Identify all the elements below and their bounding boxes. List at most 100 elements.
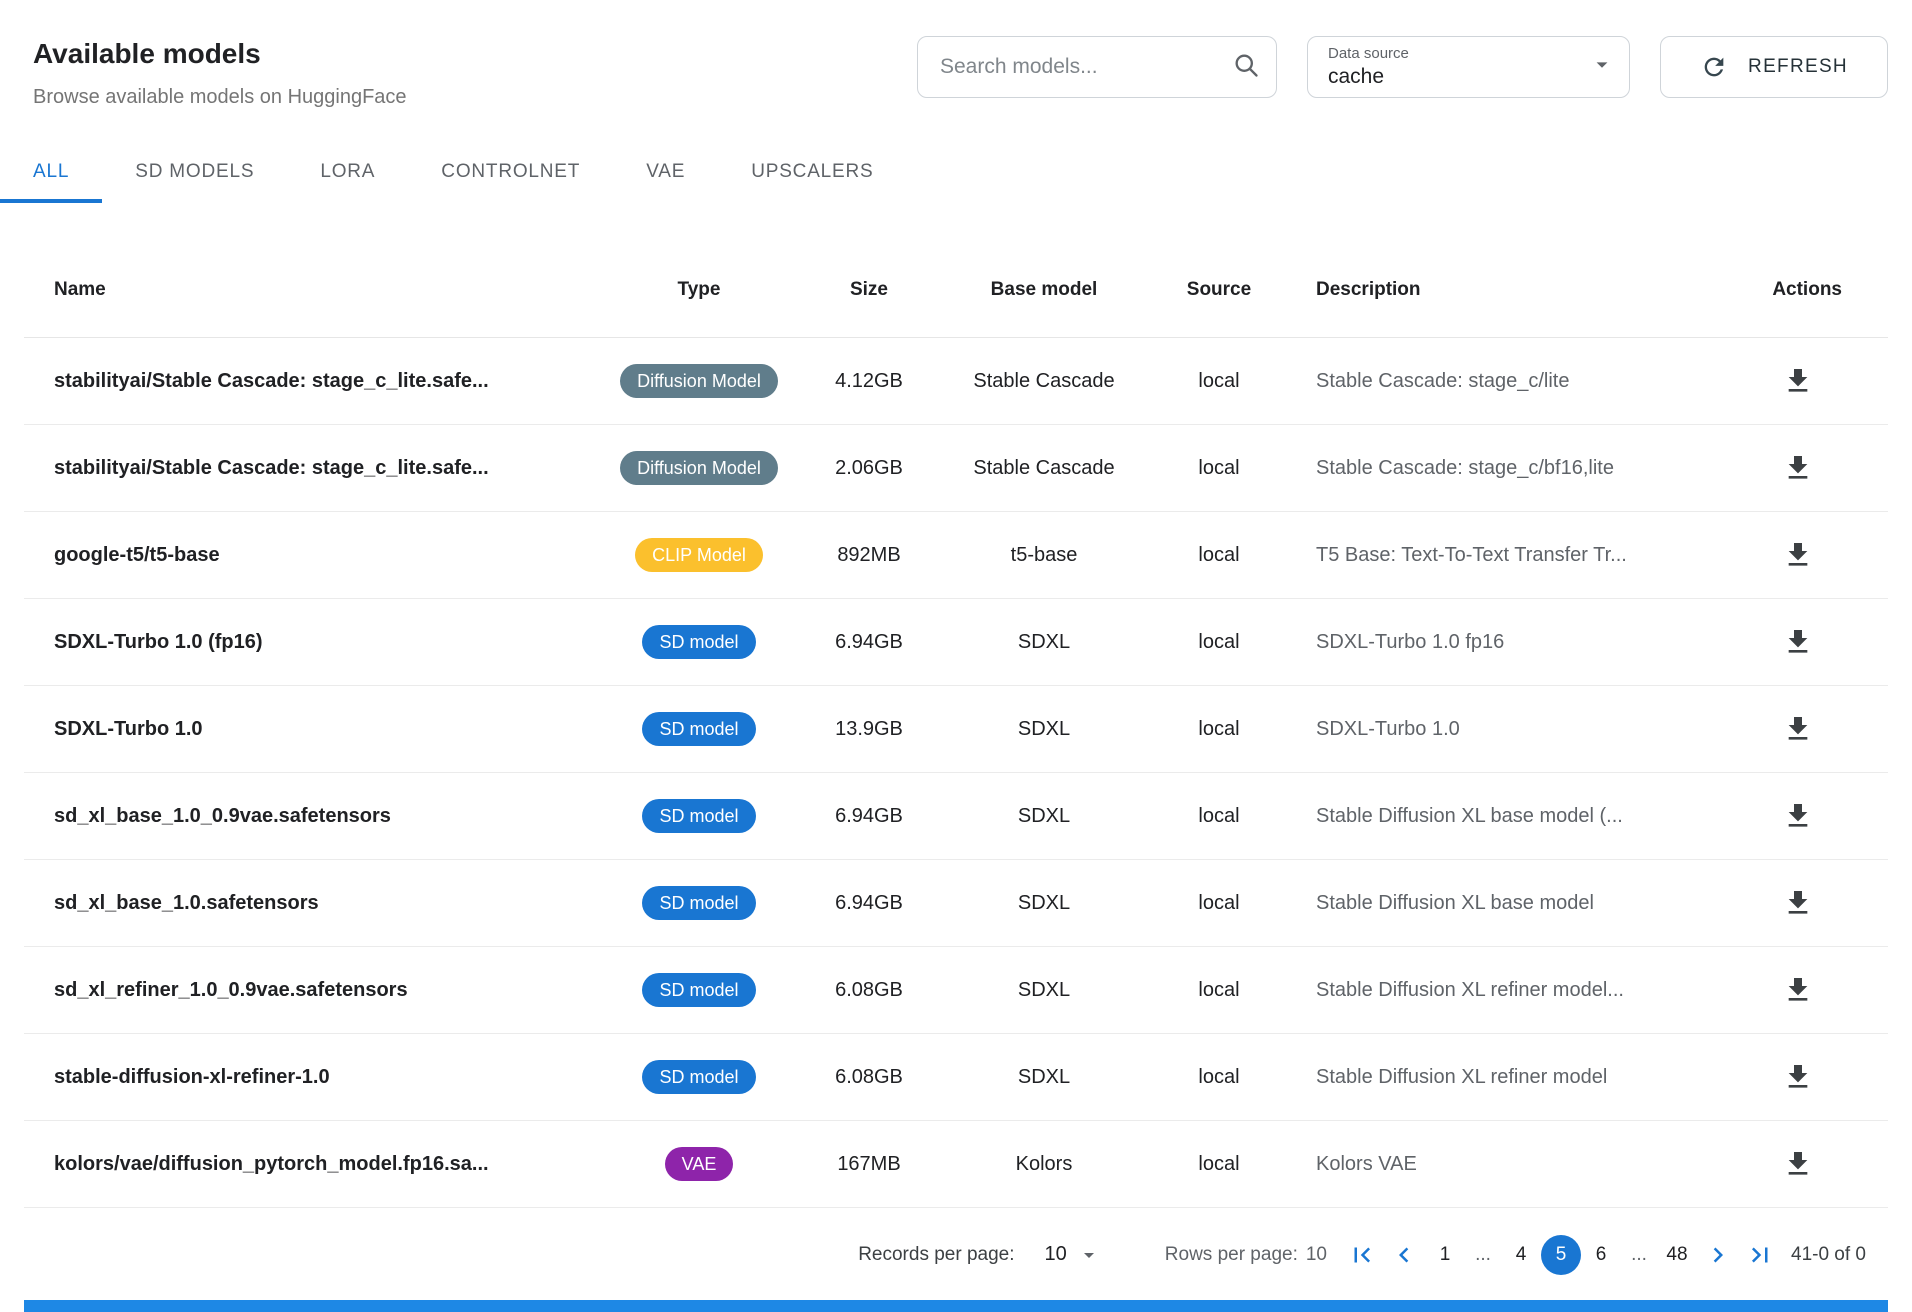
model-source: local <box>1144 457 1294 480</box>
page-5-button[interactable]: 5 <box>1541 1235 1581 1275</box>
download-model-button[interactable] <box>1782 452 1814 484</box>
tab-sd-models[interactable]: SD MODELS <box>102 145 287 203</box>
download-icon <box>1782 626 1814 658</box>
model-base-model: Stable Cascade <box>944 457 1144 480</box>
download-model-button[interactable] <box>1782 365 1814 397</box>
download-icon <box>1782 1061 1814 1093</box>
model-type-badge: Diffusion Model <box>620 364 778 399</box>
records-per-page-select[interactable]: 10 <box>1045 1243 1101 1267</box>
header-controls: Data source cache REFRESH <box>917 36 1888 98</box>
chevron-down-icon <box>1589 52 1615 83</box>
model-source: local <box>1144 1153 1294 1176</box>
download-model-button[interactable] <box>1782 713 1814 745</box>
model-name: sd_xl_base_1.0_0.9vae.safetensors <box>24 805 604 828</box>
download-icon <box>1782 713 1814 745</box>
model-name: stabilityai/Stable Cascade: stage_c_lite… <box>24 457 604 480</box>
page-4-button[interactable]: 4 <box>1501 1235 1541 1275</box>
tab-all[interactable]: ALL <box>0 145 102 203</box>
model-type-badge: Diffusion Model <box>620 451 778 486</box>
tabs: ALLSD MODELSLORACONTROLNETVAEUPSCALERS <box>0 145 1912 203</box>
table-row: kolors/vae/diffusion_pytorch_model.fp16.… <box>24 1121 1888 1208</box>
download-model-button[interactable] <box>1782 800 1814 832</box>
download-icon <box>1782 539 1814 571</box>
model-size: 6.94GB <box>794 631 944 654</box>
download-model-button[interactable] <box>1782 626 1814 658</box>
model-base-model: Stable Cascade <box>944 370 1144 393</box>
model-type-badge: SD model <box>642 712 755 747</box>
page-6-button[interactable]: 6 <box>1581 1235 1621 1275</box>
refresh-icon <box>1700 53 1728 81</box>
model-type-badge: SD model <box>642 886 755 921</box>
previous-page-button[interactable] <box>1383 1234 1425 1276</box>
table-row: stable-diffusion-xl-refiner-1.0 SD model… <box>24 1034 1888 1121</box>
model-base-model: SDXL <box>944 718 1144 741</box>
model-base-model: SDXL <box>944 979 1144 1002</box>
tab-vae[interactable]: VAE <box>613 145 718 203</box>
model-name: google-t5/t5-base <box>24 544 604 567</box>
last-page-button[interactable] <box>1739 1234 1781 1276</box>
tab-upscalers[interactable]: UPSCALERS <box>718 145 906 203</box>
model-type-badge: SD model <box>642 799 755 834</box>
model-size: 6.08GB <box>794 1066 944 1089</box>
table-row: SDXL-Turbo 1.0 (fp16) SD model 6.94GB SD… <box>24 599 1888 686</box>
tab-lora[interactable]: LORA <box>287 145 408 203</box>
chevron-right-icon <box>1703 1240 1733 1270</box>
table-row: google-t5/t5-base CLIP Model 892MB t5-ba… <box>24 512 1888 599</box>
first-page-button[interactable] <box>1341 1234 1383 1276</box>
column-header-actions: Actions <box>1748 279 1888 301</box>
model-description: T5 Base: Text-To-Text Transfer Tr... <box>1294 544 1748 567</box>
model-name: stabilityai/Stable Cascade: stage_c_lite… <box>24 370 604 393</box>
download-icon <box>1782 1148 1814 1180</box>
model-base-model: SDXL <box>944 805 1144 828</box>
chevron-down-icon <box>1077 1243 1101 1267</box>
model-description: Kolors VAE <box>1294 1153 1748 1176</box>
download-model-button[interactable] <box>1782 1061 1814 1093</box>
search-icon[interactable] <box>1232 51 1260 84</box>
next-page-button[interactable] <box>1697 1234 1739 1276</box>
search-input[interactable] <box>938 54 1232 80</box>
page-list: 1...456...48 <box>1425 1235 1697 1275</box>
page-48-button[interactable]: 48 <box>1657 1235 1697 1275</box>
model-size: 6.94GB <box>794 805 944 828</box>
table-body: stabilityai/Stable Cascade: stage_c_lite… <box>24 338 1888 1208</box>
model-name: kolors/vae/diffusion_pytorch_model.fp16.… <box>24 1153 604 1176</box>
last-page-icon <box>1745 1240 1775 1270</box>
model-source: local <box>1144 892 1294 915</box>
download-model-button[interactable] <box>1782 539 1814 571</box>
data-source-label: Data source <box>1328 45 1581 62</box>
tab-controlnet[interactable]: CONTROLNET <box>408 145 613 203</box>
model-description: Stable Cascade: stage_c/bf16,lite <box>1294 457 1748 480</box>
model-type-badge: CLIP Model <box>635 538 763 573</box>
rows-per-page-value: 10 <box>1306 1244 1327 1266</box>
model-description: Stable Diffusion XL refiner model <box>1294 1066 1748 1089</box>
model-base-model: t5-base <box>944 544 1144 567</box>
table-row: SDXL-Turbo 1.0 SD model 13.9GB SDXL loca… <box>24 686 1888 773</box>
download-icon <box>1782 365 1814 397</box>
model-source: local <box>1144 631 1294 654</box>
download-model-button[interactable] <box>1782 887 1814 919</box>
model-name: SDXL-Turbo 1.0 <box>24 718 604 741</box>
table-row: sd_xl_refiner_1.0_0.9vae.safetensors SD … <box>24 947 1888 1034</box>
download-icon <box>1782 974 1814 1006</box>
model-source: local <box>1144 370 1294 393</box>
page-1-button[interactable]: 1 <box>1425 1235 1465 1275</box>
first-page-icon <box>1347 1240 1377 1270</box>
download-icon <box>1782 887 1814 919</box>
pagination: 1...456...48 <box>1341 1234 1781 1276</box>
column-header-description: Description <box>1294 279 1748 301</box>
download-model-button[interactable] <box>1782 974 1814 1006</box>
column-header-type: Type <box>604 279 794 301</box>
download-model-button[interactable] <box>1782 1148 1814 1180</box>
model-description: Stable Cascade: stage_c/lite <box>1294 370 1748 393</box>
model-base-model: SDXL <box>944 892 1144 915</box>
data-source-value: cache <box>1328 65 1581 89</box>
rows-per-page-label: Rows per page: <box>1165 1244 1298 1266</box>
data-source-select[interactable]: Data source cache <box>1307 36 1630 98</box>
model-size: 6.08GB <box>794 979 944 1002</box>
model-type-badge: SD model <box>642 1060 755 1095</box>
rows-per-page: Rows per page: 10 <box>1165 1244 1327 1266</box>
search-box[interactable] <box>917 36 1277 98</box>
model-size: 6.94GB <box>794 892 944 915</box>
refresh-button[interactable]: REFRESH <box>1660 36 1888 98</box>
records-per-page-label: Records per page: <box>858 1244 1014 1266</box>
